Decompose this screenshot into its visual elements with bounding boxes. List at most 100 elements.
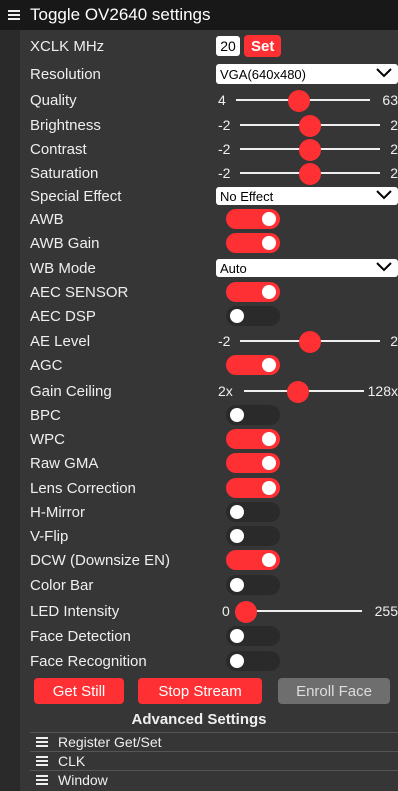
raw-gma-label: Raw GMA <box>30 454 99 472</box>
wb-mode-row: WB Mode Auto <box>20 256 398 280</box>
color-bar-toggle[interactable] <box>226 575 280 595</box>
chevron-down-icon <box>376 68 392 78</box>
chevron-down-icon <box>376 262 392 272</box>
wb-mode-select[interactable]: Auto <box>216 259 398 277</box>
menu-icon <box>36 736 48 747</box>
quality-knob[interactable] <box>287 90 310 112</box>
toggle-knob <box>262 553 276 567</box>
ae-level-slider[interactable]: -2 2 <box>216 329 398 353</box>
section-clk[interactable]: CLK <box>30 751 398 769</box>
section-window[interactable]: Window <box>30 770 398 788</box>
enroll-face-button[interactable]: Enroll Face <box>278 678 390 704</box>
toggle-knob <box>230 309 244 323</box>
face-detection-toggle[interactable] <box>226 626 280 646</box>
gain-ceiling-slider[interactable]: 2x 128x <box>216 379 398 403</box>
gain-ceiling-min: 2x <box>218 383 233 399</box>
contrast-label: Contrast <box>30 140 87 158</box>
resolution-select-wrap: VGA(640x480) <box>216 62 398 86</box>
vflip-toggle[interactable] <box>226 526 280 546</box>
get-still-button[interactable]: Get Still <box>34 678 124 704</box>
toggle-knob <box>262 432 276 446</box>
toggle-knob <box>262 456 276 470</box>
xclk-input[interactable]: 20 <box>216 36 240 56</box>
quality-min: 4 <box>218 92 226 108</box>
saturation-knob[interactable] <box>299 163 321 185</box>
aec-sensor-row: AEC SENSOR <box>20 280 398 304</box>
raw-gma-toggle[interactable] <box>226 453 280 473</box>
chevron-down-icon <box>376 190 392 200</box>
quality-row: Quality 4 63 <box>20 88 398 112</box>
hmirror-row: H-Mirror <box>20 500 398 524</box>
xclk-row: XCLK MHz 20 Set <box>20 34 398 58</box>
toggle-knob <box>230 408 244 422</box>
aec-dsp-row: AEC DSP <box>20 304 398 328</box>
contrast-slider[interactable]: -2 2 <box>216 137 398 161</box>
led-intensity-track <box>246 610 362 612</box>
wpc-row: WPC <box>20 427 398 451</box>
agc-toggle[interactable] <box>226 355 280 375</box>
led-intensity-row: LED Intensity 0 255 <box>20 599 398 623</box>
brightness-slider[interactable]: -2 2 <box>216 113 398 137</box>
stop-stream-button[interactable]: Stop Stream <box>138 678 262 704</box>
contrast-min: -2 <box>218 141 231 157</box>
quality-max: 63 <box>382 92 398 108</box>
special-effect-label: Special Effect <box>30 187 122 205</box>
menu-icon <box>8 10 20 20</box>
settings-toggle-header[interactable]: Toggle OV2640 settings <box>0 0 398 30</box>
menu-icon <box>36 755 48 766</box>
resolution-value: VGA(640x480) <box>220 66 306 82</box>
section-register-get-set[interactable]: Register Get/Set <box>30 732 398 750</box>
led-intensity-knob[interactable] <box>235 601 257 623</box>
gain-ceiling-knob[interactable] <box>287 381 309 403</box>
ae-level-label: AE Level <box>30 332 91 350</box>
aec-dsp-toggle[interactable] <box>226 306 280 326</box>
ae-level-row: AE Level -2 2 <box>20 329 398 353</box>
dcw-toggle[interactable] <box>226 550 280 570</box>
hmirror-toggle[interactable] <box>226 502 280 522</box>
section-label: Register Get/Set <box>58 733 162 750</box>
lens-correction-toggle[interactable] <box>226 478 280 498</box>
vflip-label: V-Flip <box>30 527 69 545</box>
awb-gain-toggle[interactable] <box>226 233 280 253</box>
special-effect-select[interactable]: No Effect <box>216 187 398 205</box>
awb-toggle[interactable] <box>226 209 280 229</box>
awb-gain-label: AWB Gain <box>30 234 100 252</box>
aec-sensor-toggle[interactable] <box>226 282 280 302</box>
toggle-knob <box>230 529 244 543</box>
xclk-set-button[interactable]: Set <box>244 35 282 57</box>
lens-correction-label: Lens Correction <box>30 479 136 497</box>
settings-content: XCLK MHz 20 Set Resolution VGA(640x480) … <box>20 30 398 710</box>
resolution-select[interactable]: VGA(640x480) <box>216 64 398 84</box>
ae-level-knob[interactable] <box>299 331 321 353</box>
quality-slider[interactable]: 4 63 <box>216 88 398 112</box>
toggle-knob <box>230 654 244 668</box>
saturation-max: 2 <box>390 165 398 181</box>
face-recognition-label: Face Recognition <box>30 652 147 670</box>
section-label: CLK <box>58 752 86 769</box>
face-detection-label: Face Detection <box>30 627 131 645</box>
settings-panel: Toggle OV2640 settings XCLK MHz 20 Set R… <box>0 0 398 791</box>
raw-gma-row: Raw GMA <box>20 451 398 475</box>
gain-ceiling-label: Gain Ceiling <box>30 382 112 400</box>
face-recognition-toggle[interactable] <box>226 651 280 671</box>
face-recognition-row: Face Recognition <box>20 649 398 673</box>
contrast-knob[interactable] <box>299 139 321 161</box>
bpc-toggle[interactable] <box>226 405 280 425</box>
brightness-label: Brightness <box>30 116 101 134</box>
xclk-controls: 20 Set <box>216 34 282 58</box>
dcw-row: DCW (Downsize EN) <box>20 548 398 572</box>
ae-level-min: -2 <box>218 333 231 349</box>
special-effect-row: Special Effect No Effect <box>20 184 398 208</box>
saturation-slider[interactable]: -2 2 <box>216 161 398 185</box>
contrast-max: 2 <box>390 141 398 157</box>
brightness-min: -2 <box>218 117 231 133</box>
contrast-row: Contrast -2 2 <box>20 137 398 161</box>
led-intensity-slider[interactable]: 0 255 <box>216 599 398 623</box>
wpc-toggle[interactable] <box>226 429 280 449</box>
toggle-knob <box>230 578 244 592</box>
brightness-row: Brightness -2 2 <box>20 113 398 137</box>
brightness-knob[interactable] <box>299 115 321 137</box>
vflip-row: V-Flip <box>20 524 398 548</box>
special-effect-value: No Effect <box>220 188 274 204</box>
sidebar-strip <box>0 30 20 791</box>
